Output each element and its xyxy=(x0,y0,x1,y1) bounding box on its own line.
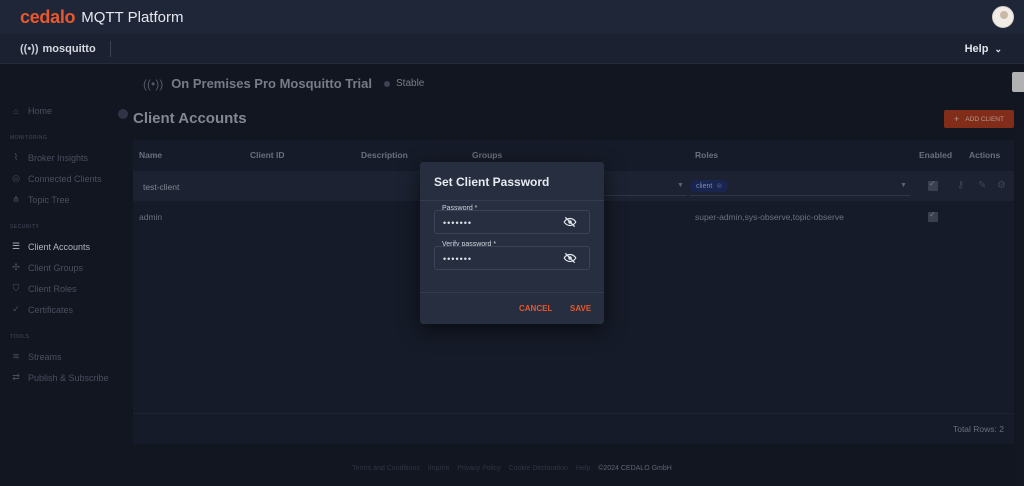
password-value: ••••••• xyxy=(443,218,473,228)
verify-password-value: ••••••• xyxy=(443,254,473,264)
brand-logo[interactable]: cedalo xyxy=(20,7,76,28)
divider xyxy=(420,292,604,293)
divider xyxy=(109,40,111,57)
set-password-dialog: Set Client Password Password * ••••••• V… xyxy=(420,162,604,324)
visibility-off-icon[interactable] xyxy=(563,251,577,265)
dialog-title: Set Client Password xyxy=(434,175,550,189)
save-button[interactable]: SAVE xyxy=(570,304,591,313)
broadcast-icon: ((•)) xyxy=(20,42,39,55)
mosquitto-logo[interactable]: ((•)) mosquitto xyxy=(20,43,96,55)
platform-title: MQTT Platform xyxy=(81,8,184,26)
user-avatar[interactable] xyxy=(992,6,1014,28)
password-field[interactable]: ••••••• xyxy=(434,210,590,234)
verify-password-field[interactable]: ••••••• xyxy=(434,246,590,270)
cancel-button[interactable]: CANCEL xyxy=(519,304,552,313)
help-label: Help xyxy=(964,43,989,55)
mosquitto-logo-text: mosquitto xyxy=(42,42,96,55)
help-menu[interactable]: Help ⌄ xyxy=(965,43,1002,55)
divider xyxy=(420,200,604,201)
top-bar: cedalo MQTT Platform xyxy=(0,0,1024,34)
visibility-off-icon[interactable] xyxy=(563,215,577,229)
chevron-down-icon: ⌄ xyxy=(994,44,1002,54)
sub-bar: ((•)) mosquitto xyxy=(0,34,1024,64)
